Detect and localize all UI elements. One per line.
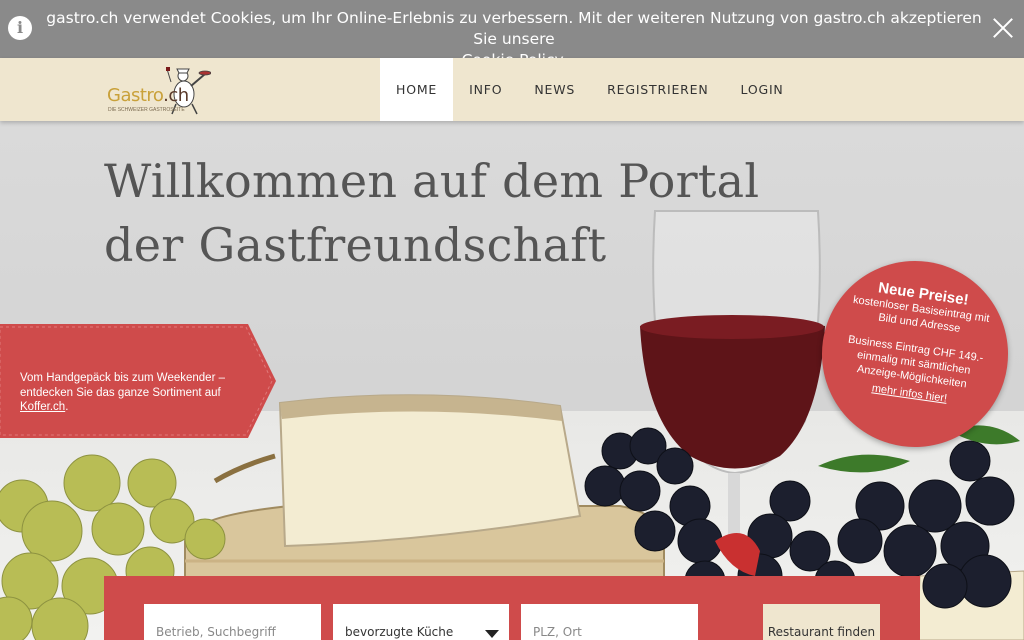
promo-text-body: Vom Handgepäck bis zum Weekender – entde… <box>20 372 225 399</box>
nav-info[interactable]: INFO <box>453 58 518 121</box>
cookie-text: gastro.ch verwendet Cookies, um Ihr Onli… <box>46 9 982 48</box>
cuisine-select[interactable]: bevorzugte Küche <box>333 604 509 640</box>
search-term-input[interactable]: Betrieb, Suchbegriff <box>144 604 321 640</box>
dropdown-arrow-icon <box>485 630 499 638</box>
info-icon: i <box>8 16 32 40</box>
promo-text: Vom Handgepäck bis zum Weekender – entde… <box>20 371 250 415</box>
hero-title-line1: Willkommen auf dem Portal <box>104 154 760 208</box>
search-bar: Betrieb, Suchbegriff bevorzugte Küche PL… <box>104 576 920 640</box>
logo-text: Gastro.ch <box>107 85 189 106</box>
promo-period: . <box>65 401 69 413</box>
close-icon[interactable] <box>992 17 1014 39</box>
cuisine-select-value: bevorzugte Küche <box>345 625 454 639</box>
nav-home[interactable]: HOME <box>380 58 454 121</box>
cookie-banner: i gastro.ch verwendet Cookies, um Ihr On… <box>0 0 1024 69</box>
logo[interactable]: Gastro.ch DIE SCHWEIZER GASTROSEITE <box>107 64 211 116</box>
hero-section: Willkommen auf dem Portal der Gastfreund… <box>0 121 1024 640</box>
koffer-link[interactable]: Koffer.ch <box>20 401 65 413</box>
nav-login[interactable]: LOGIN <box>725 58 800 121</box>
site-header: Gastro.ch DIE SCHWEIZER GASTROSEITE HOME… <box>0 58 1024 121</box>
hero-title: Willkommen auf dem Portal der Gastfreund… <box>104 149 759 277</box>
find-restaurant-button[interactable]: Restaurant finden <box>763 604 880 640</box>
hero-title-line2: der Gastfreundschaft <box>104 218 607 272</box>
nav-registrieren[interactable]: REGISTRIEREN <box>591 58 724 121</box>
nav-news[interactable]: NEWS <box>518 58 591 121</box>
main-nav: HOME INFO NEWS REGISTRIEREN LOGIN <box>380 58 800 121</box>
promo-banner[interactable]: Vom Handgepäck bis zum Weekender – entde… <box>0 324 276 438</box>
logo-tagline: DIE SCHWEIZER GASTROSEITE <box>108 107 185 113</box>
location-input[interactable]: PLZ, Ort <box>521 604 698 640</box>
